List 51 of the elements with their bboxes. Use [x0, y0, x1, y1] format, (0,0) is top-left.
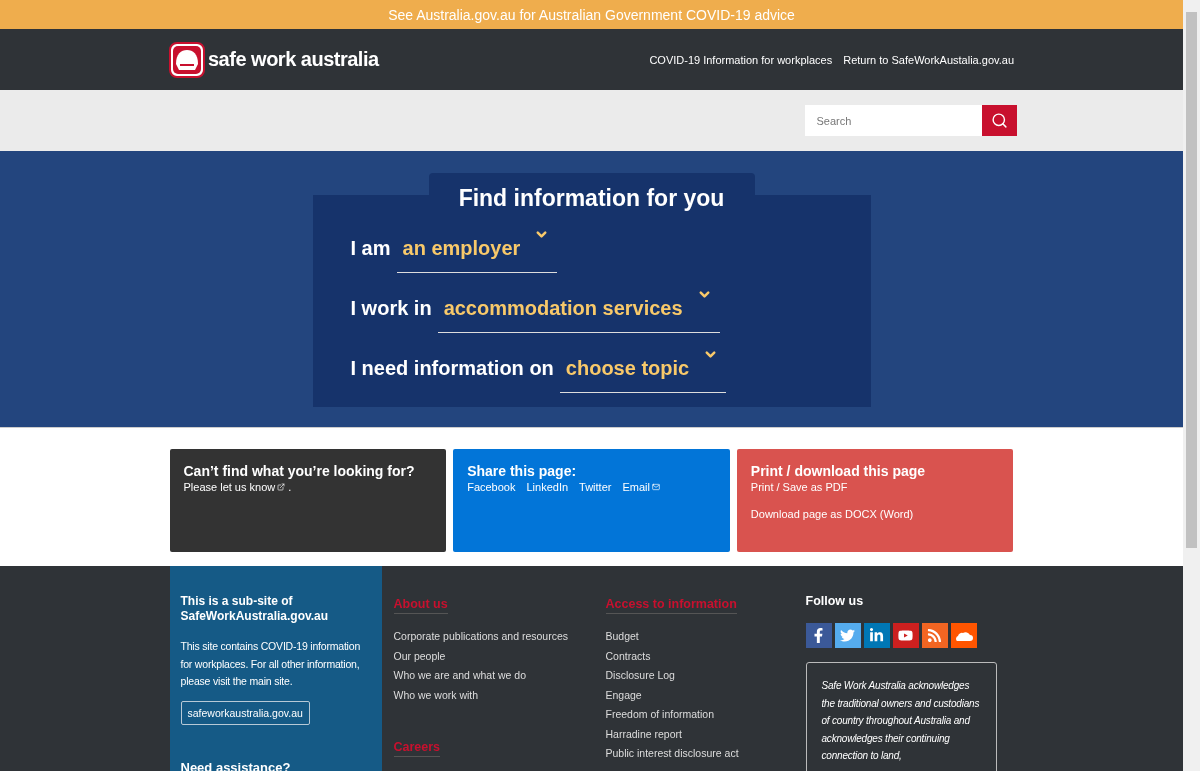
- twitter-icon[interactable]: [834, 623, 861, 648]
- search-button[interactable]: [981, 105, 1017, 136]
- footer-link[interactable]: Who we work with: [393, 688, 582, 701]
- linkedin-icon[interactable]: [863, 623, 890, 648]
- share-link[interactable]: LinkedIn: [526, 481, 569, 493]
- external-link-icon: [277, 483, 286, 491]
- subsite-text: This site contains COVID-19 information for workplaces. For all other information, please visit the main site.: [180, 639, 362, 689]
- footer-link[interactable]: Who we are and what we do: [393, 669, 582, 681]
- download-link[interactable]: Download page as DOCX (Word): [750, 508, 914, 520]
- finder-dropdown[interactable]: choose topic: [559, 347, 727, 393]
- search-icon: [990, 112, 1008, 129]
- share-link[interactable]: Facebook: [467, 481, 516, 493]
- footer-link[interactable]: Contracts: [605, 649, 794, 662]
- footer-link[interactable]: Our people: [393, 649, 582, 662]
- feedback-link[interactable]: Please let us know: [183, 481, 286, 493]
- share-link[interactable]: Email: [622, 481, 660, 493]
- mail-icon: [652, 483, 660, 491]
- logo-text[interactable]: safe work australia: [208, 48, 379, 71]
- feedback-text: Please let us know .: [183, 481, 292, 493]
- footer-link[interactable]: Budget: [605, 630, 794, 642]
- footer-link[interactable]: Public interest disclosure act: [605, 747, 794, 759]
- soundcloud-icon[interactable]: [950, 623, 977, 648]
- footer-link[interactable]: Corporate publications and resources: [393, 630, 582, 642]
- finder-dropdown[interactable]: accommodation services: [437, 287, 720, 333]
- scrollbar[interactable]: [1183, 0, 1200, 771]
- finder-title: Find information for you: [428, 173, 755, 213]
- footer-link[interactable]: Freedom of information: [605, 708, 794, 720]
- footer-link[interactable]: Engage: [605, 688, 794, 701]
- finder-label: I am: [350, 236, 391, 260]
- youtube-icon[interactable]: [892, 623, 919, 648]
- card-title: Share this page:: [467, 463, 577, 479]
- card-title: Print / download this page: [750, 463, 926, 479]
- footer-link[interactable]: Harradine report: [605, 727, 794, 740]
- acknowledgement-text: Safe Work Australia acknowledges the traditional owners and custodians of country throughout Australia and acknowledges their continuing connection to land,: [805, 662, 997, 771]
- subsite-title: This is a sub-site of SafeWorkAustralia.gov.au: [180, 594, 330, 624]
- finder-label: I work in: [350, 296, 432, 320]
- finder-label: I need information on: [350, 356, 554, 380]
- main-site-button[interactable]: safeworkaustralia.gov.au: [180, 700, 310, 725]
- follow-title: Follow us: [805, 594, 865, 608]
- search-field[interactable]: Search: [804, 105, 982, 136]
- facebook-icon[interactable]: [805, 623, 832, 648]
- card-title: Can’t find what you’re looking for?: [183, 463, 415, 479]
- finder-dropdown[interactable]: an employer: [396, 227, 558, 273]
- footer-link[interactable]: Disclosure Log: [605, 669, 794, 681]
- assistance-heading: Need assistance?: [180, 759, 292, 771]
- logo-icon: [169, 41, 205, 78]
- nav-link[interactable]: COVID-19 Information for workplaces: [649, 53, 833, 66]
- download-link[interactable]: Print / Save as PDF: [750, 481, 914, 493]
- nav-link[interactable]: Return to SafeWorkAustalia.gov.au: [843, 53, 1014, 66]
- share-link[interactable]: Twitter: [579, 481, 612, 493]
- rss-icon[interactable]: [921, 623, 948, 648]
